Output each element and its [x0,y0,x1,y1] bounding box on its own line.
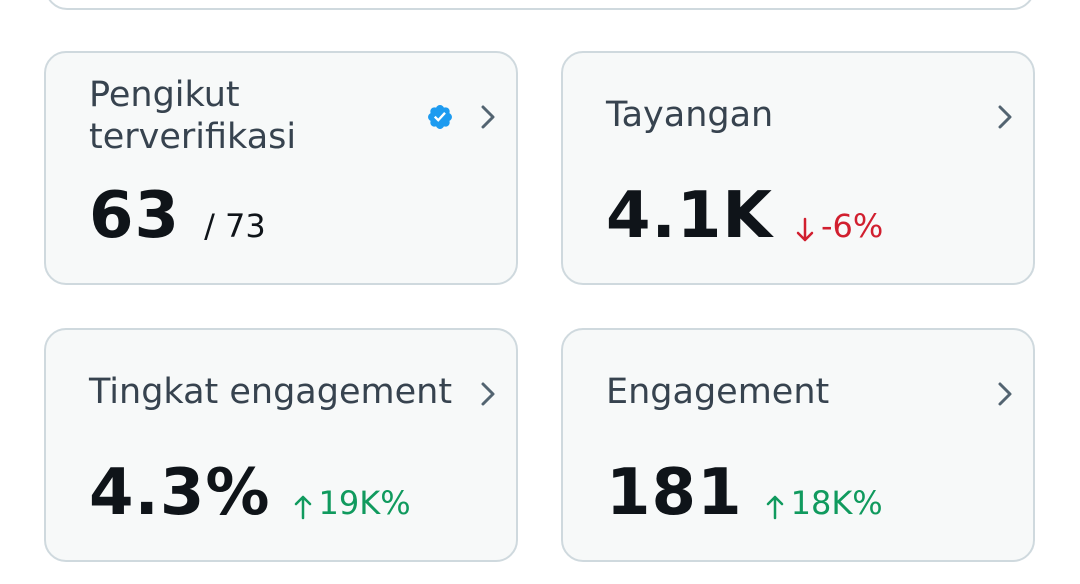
engagement-rate-card[interactable]: Tingkat engagement 4.3% 19K% [44,328,518,562]
change-value: 18K% [790,484,883,522]
metric-row: 4.3% 19K% [89,458,411,528]
engagement-card[interactable]: Engagement 181 18K% [561,328,1035,562]
card-title: Tingkat engagement [89,372,453,412]
change-indicator: -6% [795,207,883,245]
verified-badge-icon [428,105,452,129]
arrow-up-icon [294,495,311,520]
change-value: -6% [820,207,884,245]
chevron-right-icon[interactable] [993,380,1017,408]
card-title-line-2: terverifikasi [89,117,297,157]
previous-card-edge [45,0,1035,10]
change-indicator: 19K% [293,484,411,522]
change-indicator: 18K% [765,484,883,522]
change-value: 19K% [318,484,411,522]
arrow-down-icon [796,217,814,242]
metric-value: 4.1K [606,179,773,253]
impressions-card[interactable]: Tayangan 4.1K -6% [561,51,1035,285]
metric-total: / 73 [204,207,266,245]
verified-followers-card[interactable]: Pengikut terverifikasi 63 / 73 [44,51,518,285]
chevron-right-icon[interactable] [476,380,500,408]
card-title: Engagement [606,372,830,412]
card-title-line-1: Pengikut [89,75,240,115]
metric-row: 63 / 73 [89,181,266,251]
metric-value: 63 [89,179,181,253]
card-title: Tayangan [606,95,774,135]
metric-value: 4.3% [89,456,271,530]
metric-value: 181 [606,456,743,530]
metric-row: 4.1K -6% [606,181,883,251]
chevron-right-icon[interactable] [476,103,500,131]
card-title: Pengikut terverifikasi [89,74,296,158]
arrow-up-icon [766,495,783,520]
metric-row: 181 18K% [606,458,883,528]
chevron-right-icon[interactable] [993,103,1017,131]
